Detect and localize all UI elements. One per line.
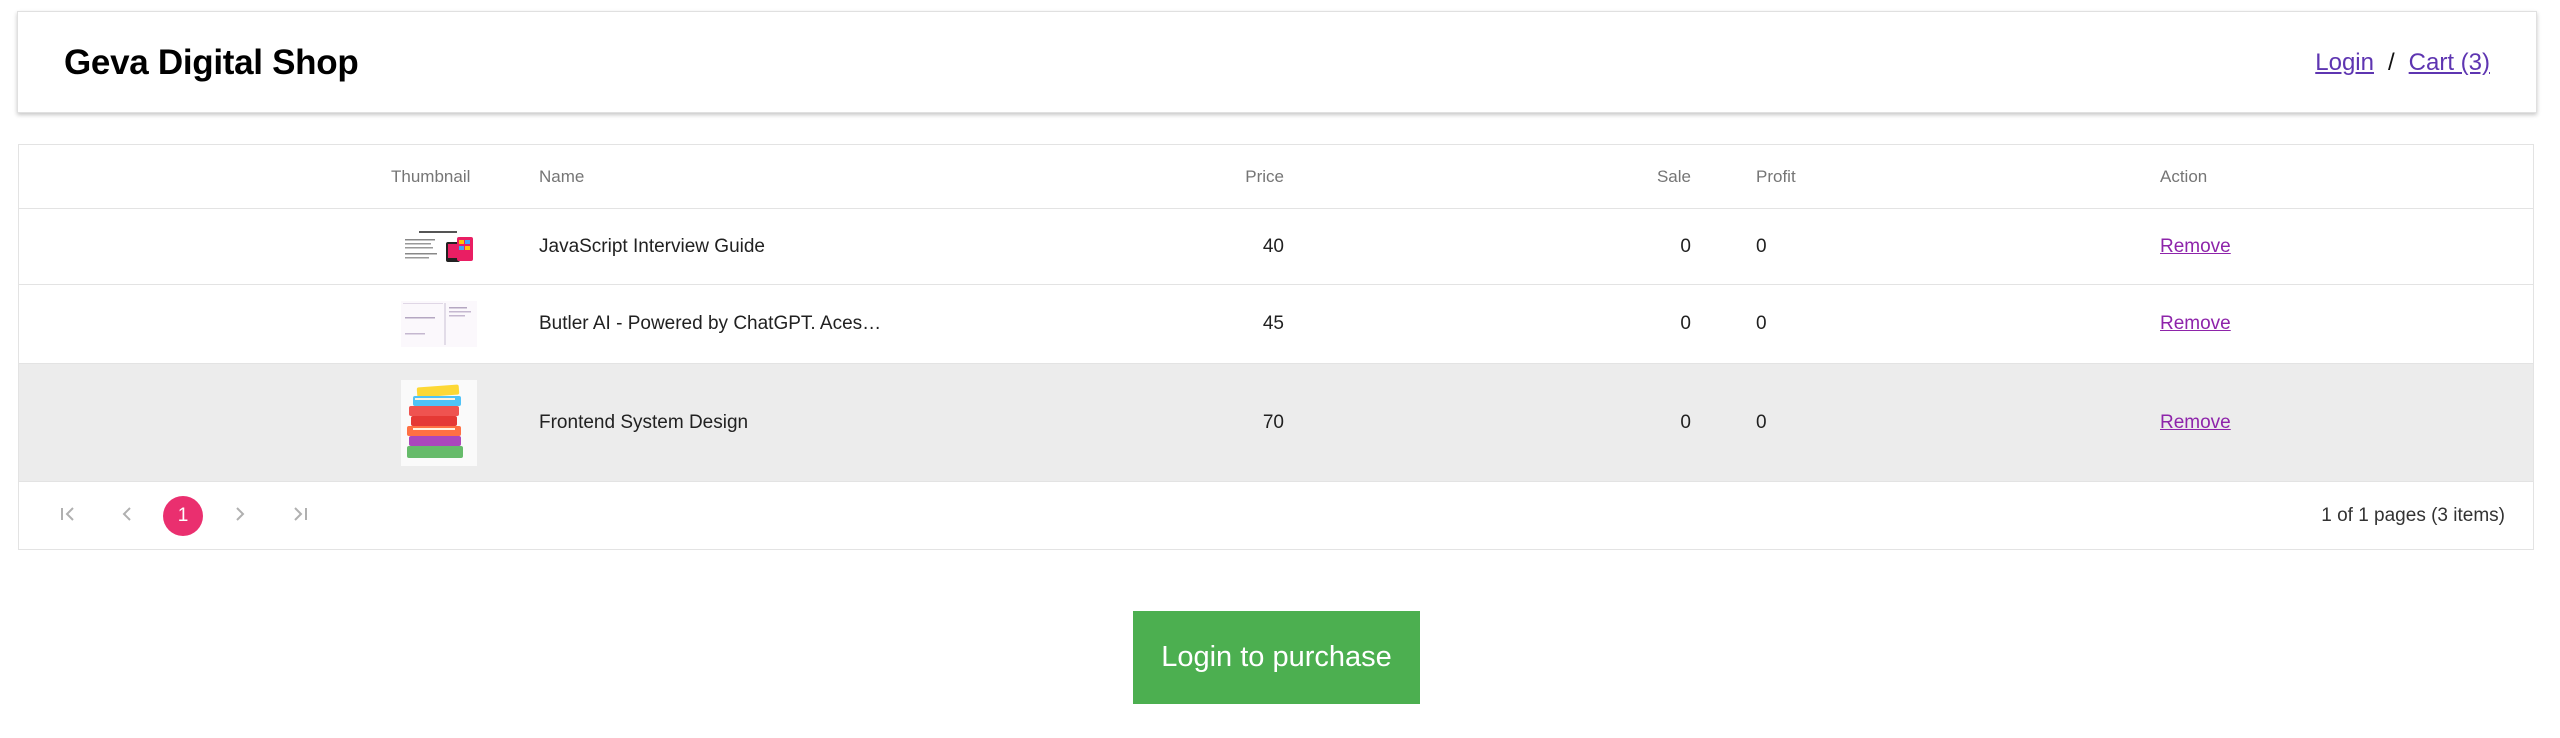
login-link[interactable]: Login <box>2315 49 2374 76</box>
cart-grid: Thumbnail Name Price Sale Profit Action … <box>18 144 2534 550</box>
chevron-left-icon[interactable] <box>120 503 134 529</box>
grid-header-row: Thumbnail Name Price Sale Profit Action <box>19 145 2533 209</box>
column-header-thumbnail[interactable]: Thumbnail <box>391 167 470 187</box>
book-stack-thumbnail <box>401 379 477 466</box>
login-to-purchase-button[interactable]: Login to purchase <box>1133 611 1420 704</box>
column-header-name[interactable]: Name <box>539 167 584 187</box>
product-price: 45 <box>1262 313 1284 334</box>
product-profit: 0 <box>1756 313 1767 334</box>
column-header-sale[interactable]: Sale <box>1657 167 1691 187</box>
butler-ai-thumbnail <box>401 301 477 347</box>
pager: 1 1 of 1 pages (3 items) <box>19 482 2533 550</box>
pager-info: 1 of 1 pages (3 items) <box>2321 505 2505 526</box>
product-name: Frontend System Design <box>539 411 749 433</box>
column-header-action[interactable]: Action <box>2160 167 2207 187</box>
shop-title: Geva Digital Shop <box>64 43 359 82</box>
product-profit: 0 <box>1756 235 1767 257</box>
table-row-selected[interactable]: Frontend System Design 70 0 0 Remove <box>19 364 2533 482</box>
remove-link[interactable]: Remove <box>2160 236 2231 258</box>
chevron-right-icon[interactable] <box>233 503 247 529</box>
last-page-icon[interactable] <box>291 503 309 529</box>
first-page-icon[interactable] <box>59 503 77 529</box>
remove-link[interactable]: Remove <box>2160 313 2231 335</box>
javascript-interview-guide-thumbnail <box>401 229 477 264</box>
product-sale: 0 <box>1680 235 1691 257</box>
product-price: 70 <box>1262 411 1284 433</box>
column-header-profit[interactable]: Profit <box>1756 167 1796 187</box>
column-header-price[interactable]: Price <box>1245 167 1284 187</box>
table-row[interactable]: Butler AI - Powered by ChatGPT. Aces… 45… <box>19 285 2533 364</box>
product-name: Butler AI - Powered by ChatGPT. Aces… <box>539 313 882 334</box>
page-button-current[interactable]: 1 <box>163 496 203 536</box>
table-row[interactable]: JavaScript Interview Guide 40 0 0 Remove <box>19 209 2533 285</box>
app-bar: Geva Digital Shop Login / Cart (3) <box>17 11 2537 113</box>
header-nav: Login / Cart (3) <box>2315 48 2490 78</box>
product-sale: 0 <box>1680 313 1691 334</box>
cart-link[interactable]: Cart (3) <box>2409 49 2490 76</box>
remove-link[interactable]: Remove <box>2160 412 2231 434</box>
nav-separator: / <box>2387 49 2395 76</box>
product-name: JavaScript Interview Guide <box>539 235 765 257</box>
product-price: 40 <box>1262 235 1284 257</box>
product-sale: 0 <box>1680 411 1691 433</box>
product-profit: 0 <box>1756 411 1767 433</box>
